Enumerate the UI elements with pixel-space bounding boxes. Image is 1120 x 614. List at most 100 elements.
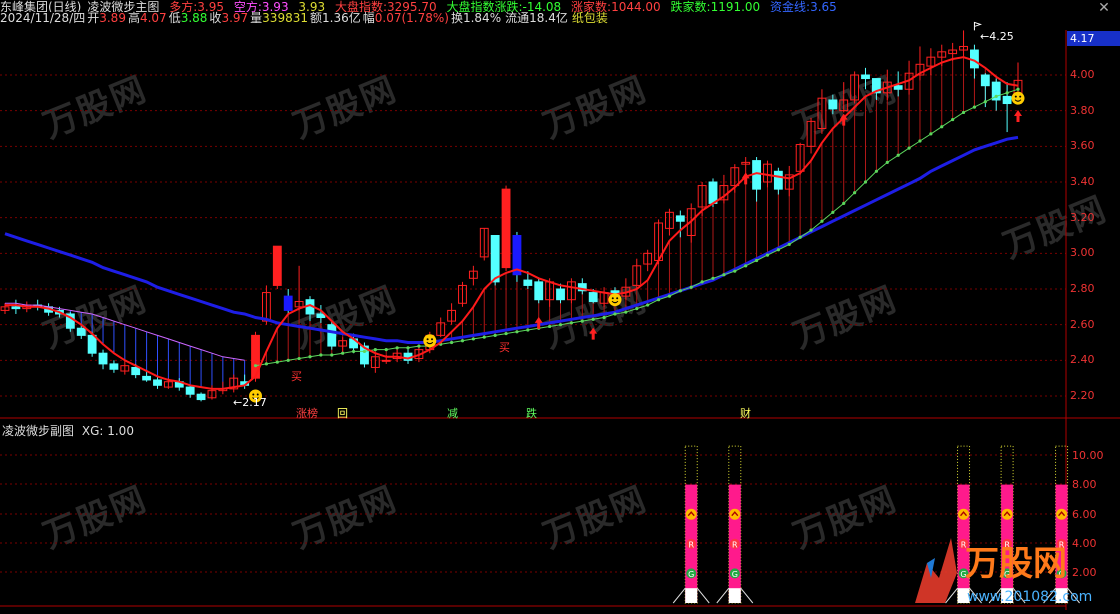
candle-body: [131, 366, 141, 376]
markers: [249, 21, 1025, 403]
candle-body: [327, 324, 337, 347]
ma-dot: [515, 330, 519, 334]
ma-dot: [951, 117, 955, 122]
sub-tick: 8.00: [1072, 478, 1097, 491]
ma-dot: [635, 307, 639, 311]
ma-dot: [896, 153, 900, 157]
ma-dot: [940, 125, 944, 129]
ma-dot: [493, 333, 497, 337]
ma-dot: [308, 355, 312, 359]
candle-body: [501, 188, 511, 269]
ma-dot: [482, 335, 486, 339]
ma-dot: [591, 317, 595, 321]
ma-dot: [711, 276, 715, 280]
signal-label: 财: [740, 407, 751, 420]
ma-dot: [460, 339, 465, 343]
candle-body: [283, 295, 293, 311]
ma-dot: [994, 94, 998, 98]
xg-value: 1.00: [107, 424, 134, 438]
ma-dot: [624, 310, 628, 314]
ma-dot: [558, 323, 563, 327]
smiley-icon: [423, 334, 437, 348]
ma-dot: [700, 280, 704, 284]
ma-dot: [809, 228, 813, 232]
high-marker-value: 4.25: [989, 30, 1014, 43]
ma-dot: [765, 253, 770, 257]
candle-body: [1002, 95, 1012, 105]
sub-title-text: 凌波微步副图: [2, 424, 75, 438]
ma-dot: [798, 235, 802, 239]
signal-label: 减: [447, 407, 458, 420]
chevron-up-icon: [1001, 508, 1013, 520]
candle-body: [861, 74, 870, 80]
ma-dot: [275, 360, 279, 364]
logo-url: www.201082.com: [967, 589, 1092, 605]
smiley-icon: [1011, 91, 1025, 105]
ma-dot: [395, 346, 399, 350]
ma-dot: [471, 337, 475, 341]
price-tick: 3.60: [1070, 139, 1095, 153]
candle-body: [142, 375, 152, 381]
buy-label: 买: [291, 370, 302, 383]
up-arrow-icon: [534, 316, 543, 329]
up-arrow-icon: [741, 172, 750, 185]
smiley-eye: [616, 297, 619, 300]
candle-body: [196, 393, 206, 401]
ma-dot: [569, 321, 574, 325]
candle-body: [11, 306, 21, 310]
ma-dot: [961, 110, 966, 115]
price-tick: 3.80: [1070, 103, 1095, 117]
high-marker: ←4.25: [980, 30, 1014, 43]
chevron-up-icon: [685, 508, 697, 520]
ma-dot: [983, 100, 987, 104]
ma-dot: [678, 289, 682, 293]
candle-body: [773, 170, 783, 190]
ma-dot: [286, 358, 290, 362]
ma-dot: [820, 219, 824, 223]
badge-g-text: G: [732, 570, 738, 579]
ma-dot: [373, 348, 377, 352]
candle-body: [675, 215, 685, 222]
sub-tick: 6.00: [1072, 508, 1097, 521]
ma-dot: [264, 362, 269, 366]
candle-body: [153, 379, 162, 386]
logo-text: 万股网: [965, 544, 1067, 584]
price-tick: 2.40: [1070, 353, 1095, 367]
current-price-label: 4.17: [1067, 31, 1120, 46]
ma-dot: [341, 351, 345, 355]
chevron-up-icon: [729, 508, 741, 520]
ma-dot: [863, 180, 868, 184]
ma-dot: [330, 353, 334, 357]
ma-dot: [504, 331, 508, 336]
ma-dot: [526, 328, 530, 332]
ma-dot: [384, 348, 388, 352]
candle-body: [893, 85, 903, 90]
ma-dot: [449, 340, 454, 345]
candle-body: [523, 279, 533, 286]
ma-dot: [406, 346, 410, 350]
ma-dot: [972, 105, 977, 109]
signal-label: 跌: [526, 407, 537, 420]
candle-body: [185, 386, 195, 395]
ma-dot: [831, 210, 835, 214]
ma-dot: [351, 349, 356, 354]
band-fill: [4, 57, 1019, 389]
candle-body: [98, 352, 108, 365]
up-arrow-icon: [589, 327, 598, 340]
ma-dot: [297, 356, 301, 361]
candle-body: [272, 245, 282, 286]
ma-dot: [722, 273, 726, 277]
price-tick: 3.40: [1070, 175, 1095, 188]
candle-body: [980, 74, 990, 87]
price-tick: 3.00: [1070, 246, 1095, 260]
ma-dot: [1016, 87, 1020, 91]
chevron-up-icon: [958, 508, 970, 520]
ma-dot: [319, 353, 323, 357]
candle-body: [534, 281, 544, 301]
candle-body: [588, 292, 598, 302]
signal-label: 涨榜: [296, 407, 318, 420]
ma-dot: [754, 258, 759, 263]
ma-dot: [853, 191, 857, 195]
ma-dot: [885, 160, 889, 164]
xg-label: XG:: [81, 424, 104, 438]
